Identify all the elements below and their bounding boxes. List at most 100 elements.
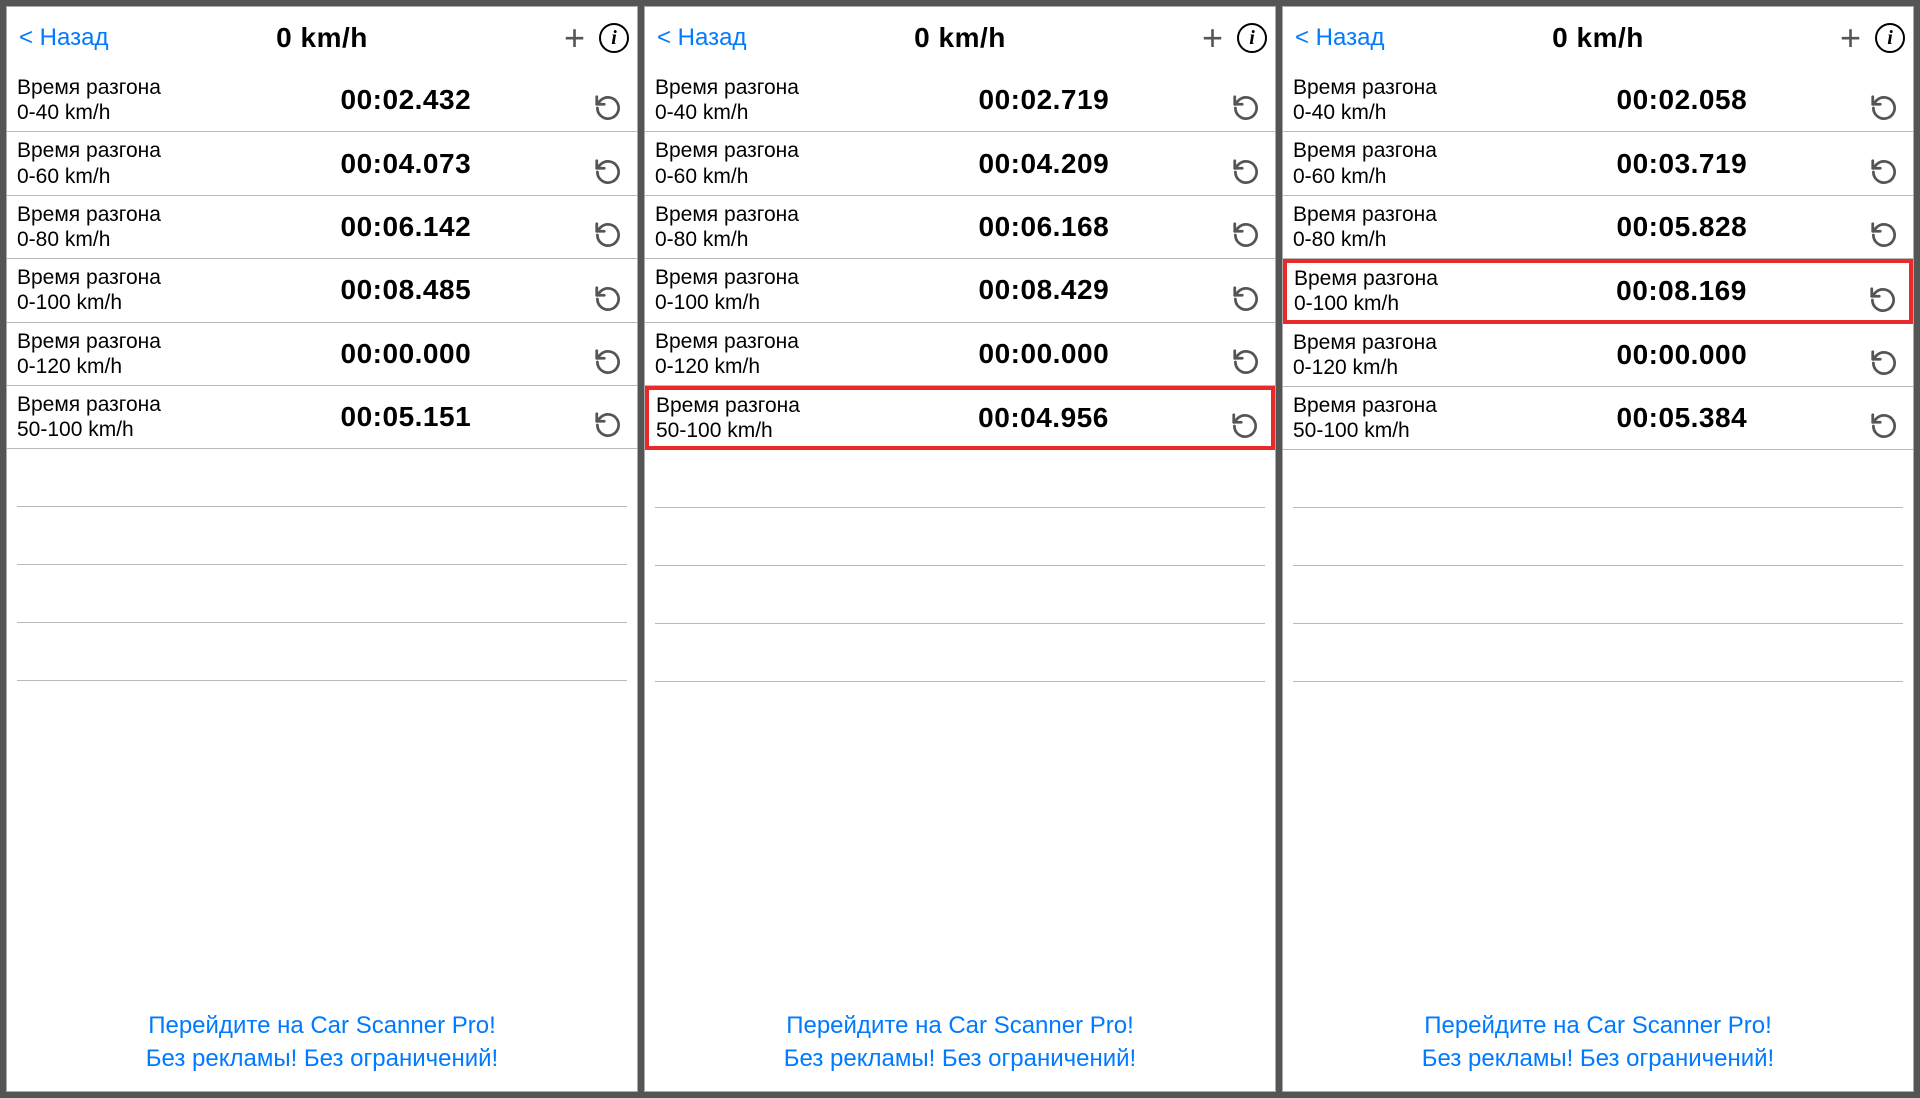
back-button[interactable]: < Назад bbox=[1291, 18, 1388, 58]
refresh-icon[interactable] bbox=[589, 138, 627, 188]
empty-row bbox=[17, 623, 627, 681]
refresh-icon[interactable] bbox=[1865, 393, 1903, 443]
row-label: Время разгона0-120 km/h bbox=[655, 329, 881, 379]
row-label: Время разгона50-100 km/h bbox=[656, 393, 881, 443]
measurement-row: Время разгона0-60 km/h00:04.209 bbox=[645, 132, 1275, 195]
accel-label: Время разгона bbox=[1293, 138, 1519, 163]
row-label: Время разгона0-80 km/h bbox=[1293, 202, 1519, 252]
refresh-icon[interactable] bbox=[1227, 138, 1265, 188]
empty-row bbox=[1293, 450, 1903, 508]
refresh-icon[interactable] bbox=[1226, 393, 1264, 443]
accel-label: Время разгона bbox=[17, 392, 243, 417]
refresh-icon[interactable] bbox=[589, 75, 627, 125]
upgrade-banner[interactable]: Перейдите на Car Scanner Pro!Без рекламы… bbox=[645, 1000, 1275, 1091]
time-value: 00:06.168 bbox=[881, 211, 1227, 243]
accel-label: Время разгона bbox=[17, 75, 243, 100]
row-label: Время разгона0-120 km/h bbox=[17, 329, 243, 379]
accel-label: Время разгона bbox=[656, 393, 881, 418]
refresh-icon[interactable] bbox=[1865, 138, 1903, 188]
row-label: Время разгона0-80 km/h bbox=[655, 202, 881, 252]
accel-label: Время разгона bbox=[655, 265, 881, 290]
back-button[interactable]: < Назад bbox=[15, 18, 112, 58]
range-label: 50-100 km/h bbox=[17, 417, 243, 442]
time-value: 00:02.058 bbox=[1519, 84, 1865, 116]
range-label: 0-80 km/h bbox=[1293, 227, 1519, 252]
row-label: Время разгона0-100 km/h bbox=[17, 265, 243, 315]
header: < Назад0 km/h+i bbox=[645, 7, 1275, 69]
time-value: 00:08.485 bbox=[243, 274, 589, 306]
refresh-icon[interactable] bbox=[1864, 266, 1902, 316]
refresh-icon[interactable] bbox=[589, 265, 627, 315]
row-label: Время разгона0-120 km/h bbox=[1293, 330, 1519, 380]
measurement-row: Время разгона0-60 km/h00:04.073 bbox=[7, 132, 637, 195]
add-button[interactable]: + bbox=[1836, 20, 1865, 56]
time-value: 00:00.000 bbox=[243, 338, 589, 370]
range-label: 0-60 km/h bbox=[1293, 164, 1519, 189]
accel-label: Время разгона bbox=[17, 138, 243, 163]
back-button[interactable]: < Назад bbox=[653, 18, 750, 58]
refresh-icon[interactable] bbox=[1227, 329, 1265, 379]
refresh-icon[interactable] bbox=[589, 202, 627, 252]
measurement-row: Время разгона0-120 km/h00:00.000 bbox=[7, 323, 637, 386]
measurements-list: Время разгона0-40 km/h00:02.058Время раз… bbox=[1283, 69, 1913, 1000]
row-label: Время разгона0-40 km/h bbox=[655, 75, 881, 125]
empty-row bbox=[17, 565, 627, 623]
measurements-list: Время разгона0-40 km/h00:02.719Время раз… bbox=[645, 69, 1275, 1000]
range-label: 0-40 km/h bbox=[1293, 100, 1519, 125]
add-button[interactable]: + bbox=[560, 20, 589, 56]
range-label: 0-40 km/h bbox=[17, 100, 243, 125]
empty-row bbox=[1293, 624, 1903, 682]
time-value: 00:02.432 bbox=[243, 84, 589, 116]
measurement-row: Время разгона50-100 km/h00:05.384 bbox=[1283, 387, 1913, 450]
time-value: 00:04.956 bbox=[881, 402, 1226, 434]
info-icon[interactable]: i bbox=[599, 23, 629, 53]
footer-line-1: Перейдите на Car Scanner Pro! bbox=[7, 1010, 637, 1042]
measurement-row: Время разгона0-40 km/h00:02.058 bbox=[1283, 69, 1913, 132]
measurement-row: Время разгона0-120 km/h00:00.000 bbox=[645, 323, 1275, 386]
time-value: 00:04.209 bbox=[881, 148, 1227, 180]
measurement-row: Время разгона0-80 km/h00:06.142 bbox=[7, 196, 637, 259]
footer-line-2: Без рекламы! Без ограничений! bbox=[7, 1043, 637, 1075]
time-value: 00:08.429 bbox=[881, 274, 1227, 306]
empty-row bbox=[17, 507, 627, 565]
info-icon[interactable]: i bbox=[1875, 23, 1905, 53]
refresh-icon[interactable] bbox=[1227, 202, 1265, 252]
range-label: 0-80 km/h bbox=[17, 227, 243, 252]
refresh-icon[interactable] bbox=[1865, 75, 1903, 125]
upgrade-banner[interactable]: Перейдите на Car Scanner Pro!Без рекламы… bbox=[7, 1000, 637, 1091]
row-label: Время разгона0-40 km/h bbox=[17, 75, 243, 125]
refresh-icon[interactable] bbox=[589, 329, 627, 379]
range-label: 0-120 km/h bbox=[655, 354, 881, 379]
refresh-icon[interactable] bbox=[1227, 265, 1265, 315]
measurements-list: Время разгона0-40 km/h00:02.432Время раз… bbox=[7, 69, 637, 1000]
info-icon[interactable]: i bbox=[1237, 23, 1267, 53]
upgrade-banner[interactable]: Перейдите на Car Scanner Pro!Без рекламы… bbox=[1283, 1000, 1913, 1091]
time-value: 00:05.828 bbox=[1519, 211, 1865, 243]
range-label: 0-100 km/h bbox=[17, 290, 243, 315]
range-label: 0-60 km/h bbox=[655, 164, 881, 189]
row-label: Время разгона50-100 km/h bbox=[17, 392, 243, 442]
panel-0: < Назад0 km/h+iВремя разгона0-40 km/h00:… bbox=[6, 6, 638, 1092]
refresh-icon[interactable] bbox=[1865, 330, 1903, 380]
range-label: 50-100 km/h bbox=[656, 418, 881, 443]
accel-label: Время разгона bbox=[655, 138, 881, 163]
range-label: 50-100 km/h bbox=[1293, 418, 1519, 443]
measurement-row: Время разгона0-80 km/h00:06.168 bbox=[645, 196, 1275, 259]
add-button[interactable]: + bbox=[1198, 20, 1227, 56]
row-label: Время разгона0-60 km/h bbox=[17, 138, 243, 188]
range-label: 0-80 km/h bbox=[655, 227, 881, 252]
refresh-icon[interactable] bbox=[589, 392, 627, 442]
accel-label: Время разгона bbox=[655, 202, 881, 227]
footer-line-2: Без рекламы! Без ограничений! bbox=[645, 1043, 1275, 1075]
time-value: 00:02.719 bbox=[881, 84, 1227, 116]
accel-label: Время разгона bbox=[17, 202, 243, 227]
refresh-icon[interactable] bbox=[1865, 202, 1903, 252]
measurement-row: Время разгона50-100 km/h00:04.956 bbox=[645, 386, 1275, 450]
panel-1: < Назад0 km/h+iВремя разгона0-40 km/h00:… bbox=[644, 6, 1276, 1092]
empty-row bbox=[1293, 508, 1903, 566]
accel-label: Время разгона bbox=[1293, 393, 1519, 418]
accel-label: Время разгона bbox=[17, 265, 243, 290]
measurement-row: Время разгона0-100 km/h00:08.169 bbox=[1283, 259, 1913, 323]
measurement-row: Время разгона0-40 km/h00:02.432 bbox=[7, 69, 637, 132]
refresh-icon[interactable] bbox=[1227, 75, 1265, 125]
